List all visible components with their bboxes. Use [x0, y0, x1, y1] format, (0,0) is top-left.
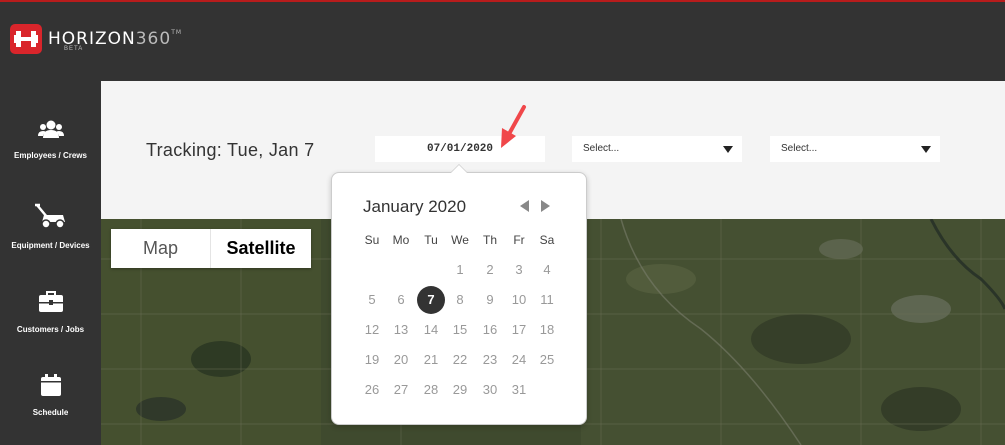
weekday-label: Su [364, 233, 380, 247]
calendar-day[interactable]: 2 [475, 255, 505, 285]
calendar-day[interactable]: 29 [445, 375, 475, 405]
sidebar-item-employees-crews[interactable]: Employees / Crews [0, 119, 101, 163]
weekday-label: Sa [539, 233, 555, 247]
calendar-day[interactable]: 20 [386, 345, 416, 375]
sidebar-item-label: Customers / Jobs [16, 325, 85, 334]
tracking-title: Tracking: Tue, Jan 7 [146, 140, 315, 160]
calendar-day[interactable]: 17 [504, 315, 534, 345]
weekday-label: Fr [513, 233, 525, 247]
calendar-day[interactable]: 13 [386, 315, 416, 345]
calendar-day[interactable]: 9 [475, 285, 505, 315]
map-button[interactable]: Map [111, 229, 211, 268]
calendar-day[interactable]: 24 [504, 345, 534, 375]
people-icon [37, 120, 64, 138]
next-month-icon[interactable] [541, 200, 550, 212]
briefcase-icon [38, 291, 63, 312]
calendar-day[interactable]: 4 [532, 255, 562, 285]
brand-tm: TM [171, 29, 183, 36]
weekday-label: Th [482, 233, 497, 247]
calendar-day[interactable]: 22 [445, 345, 475, 375]
calendar-day[interactable]: 15 [445, 315, 475, 345]
sidebar-item-customers-jobs[interactable]: Customers / Jobs [0, 291, 101, 337]
sidebar-item-label: Employees / Crews [14, 151, 87, 160]
weekday-label: Mo [392, 233, 410, 247]
sidebar-item-equipment-devices[interactable]: Equipment / Devices [0, 203, 101, 253]
brand-name-bold: HORIZON [48, 29, 136, 49]
popup-notch [450, 164, 468, 173]
calendar-day[interactable]: 10 [504, 285, 534, 315]
calendar-day[interactable]: 31 [504, 375, 534, 405]
calendar-day[interactable]: 23 [475, 345, 505, 375]
weekday-label: We [451, 233, 469, 247]
calendar-day[interactable]: 25 [532, 345, 562, 375]
calendar-day[interactable]: 8 [445, 285, 475, 315]
brand-name-light: 360 [135, 29, 172, 49]
calendar-day[interactable]: 26 [357, 375, 387, 405]
calendar-day[interactable]: 28 [416, 375, 446, 405]
calendar-day-selected[interactable]: 7 [417, 286, 445, 314]
sidebar: Employees / Crews Equipment / Devices Cu… [0, 81, 101, 445]
calendar-day[interactable]: 5 [357, 285, 387, 315]
calendar-day[interactable]: 21 [416, 345, 446, 375]
select-value: Select... [583, 143, 620, 154]
calendar-day[interactable]: 16 [475, 315, 505, 345]
calendar-month-title: January 2020 [363, 197, 467, 216]
calendar-day[interactable]: 18 [532, 315, 562, 345]
brand-subtitle: BETA [64, 46, 84, 52]
date-picker-popup: January 2020 Su Mo Tu We Th Fr Sa 1 2 3 4 5 6 7 8 9 10 11… [331, 164, 587, 425]
calendar-day[interactable]: 14 [416, 315, 446, 345]
weekday-label: Tu [424, 233, 438, 247]
annotation-arrow-icon [501, 105, 526, 148]
select-dropdown-1[interactable]: Select... [572, 136, 742, 162]
sidebar-item-label: Schedule [32, 408, 69, 417]
select-dropdown-2[interactable]: Select... [770, 136, 940, 162]
satellite-button[interactable]: Satellite [211, 229, 311, 268]
prev-month-icon[interactable] [520, 200, 529, 212]
calendar-day[interactable]: 12 [357, 315, 387, 345]
horizon-logo-icon[interactable] [10, 24, 42, 54]
top-bar: HORIZON360TM BETA [0, 0, 1005, 81]
caret-down-icon [723, 146, 733, 153]
calendar-day[interactable]: 11 [532, 285, 562, 315]
calendar-icon [40, 374, 61, 396]
calendar-day[interactable]: 27 [386, 375, 416, 405]
calendar-day[interactable]: 6 [386, 285, 416, 315]
sidebar-item-label: Equipment / Devices [11, 241, 90, 250]
caret-down-icon [921, 146, 931, 153]
calendar-day[interactable]: 1 [445, 255, 475, 285]
select-value: Select... [781, 143, 818, 154]
lawnmower-icon [34, 203, 65, 229]
calendar-day[interactable]: 19 [357, 345, 387, 375]
map-type-toggle: Map Satellite [111, 229, 311, 268]
sidebar-item-schedule[interactable]: Schedule [0, 374, 101, 420]
calendar-day[interactable]: 30 [475, 375, 505, 405]
calendar-day[interactable]: 3 [504, 255, 534, 285]
